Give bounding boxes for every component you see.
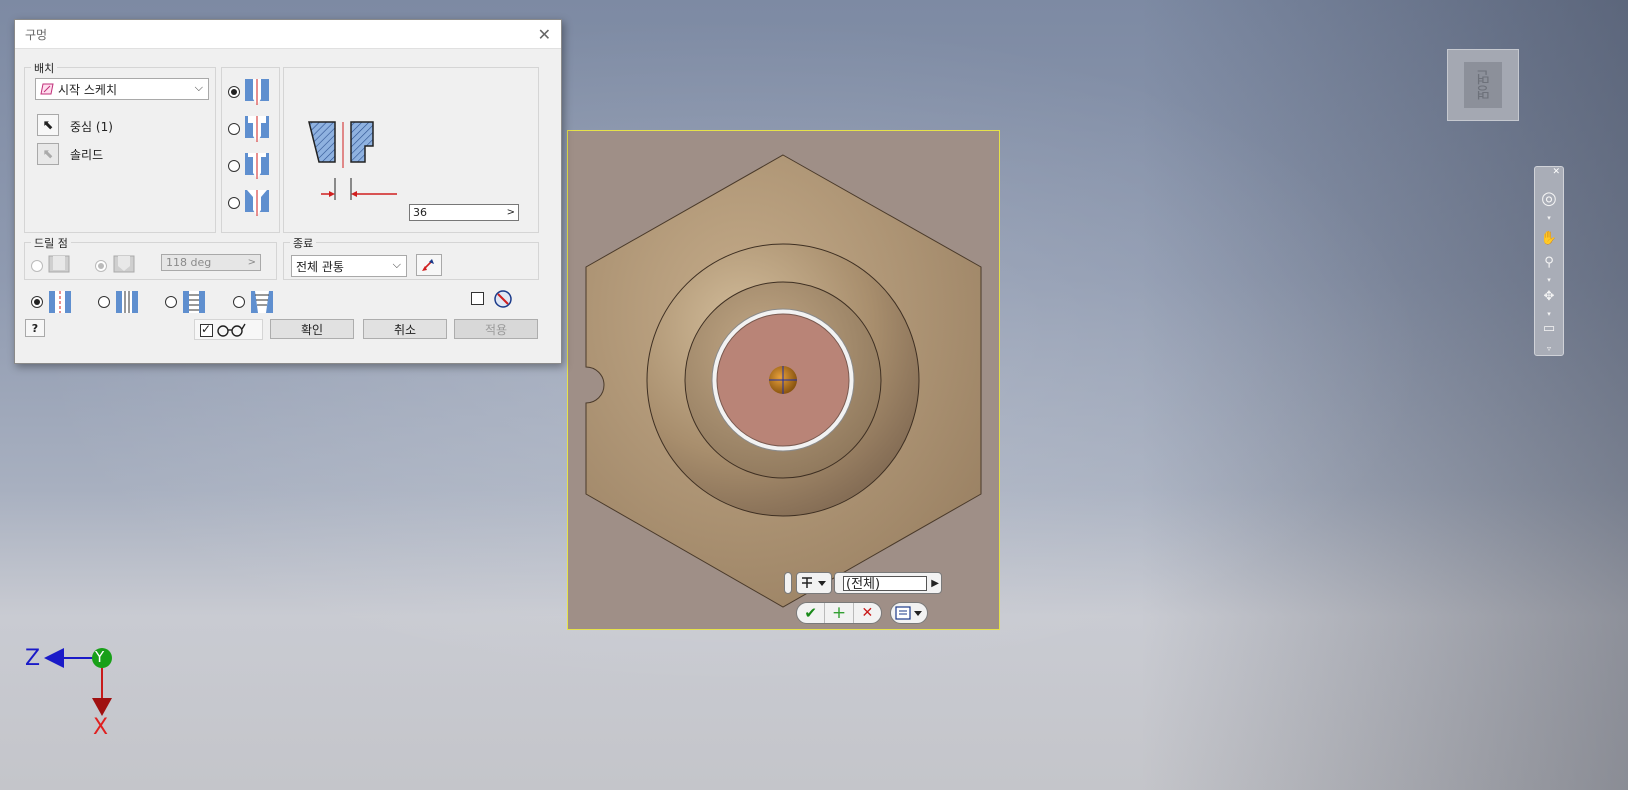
chevron-right-icon[interactable]: > <box>248 257 256 268</box>
thread-simple-radio[interactable] <box>31 296 43 308</box>
thread-clearance-radio[interactable] <box>98 296 110 308</box>
navbar-customize-icon[interactable]: ▿ <box>1540 339 1558 357</box>
simple-hole-icon <box>245 79 269 105</box>
center-select-button[interactable]: ⬉ <box>37 114 59 136</box>
apply-button[interactable]: 적용 <box>454 319 538 339</box>
infer-icheckbox[interactable] <box>471 292 484 305</box>
ok-check-icon[interactable]: ✔ <box>797 604 824 622</box>
pointer-arrow-icon: ⬉ <box>42 146 54 162</box>
termination-select[interactable]: 전체 관통 ⌵ <box>291 255 407 277</box>
solid-select-button[interactable]: ⬉ <box>37 143 59 165</box>
preview-glasses-icon <box>217 323 246 337</box>
countersink-hole-icon <box>245 190 269 216</box>
solid-label: 솔리드 <box>70 148 104 162</box>
drill-point-flat-radio[interactable] <box>31 260 43 272</box>
navbar-close-icon[interactable]: ✕ <box>1552 167 1560 177</box>
mini-toolbar-actions: ✔ + ✕ <box>796 602 882 624</box>
placement-type-select[interactable]: 시작 스케치 ⌵ <box>35 78 209 100</box>
thread-tapped-radio[interactable] <box>165 296 177 308</box>
diameter-value[interactable]: 36 <box>413 206 427 219</box>
view-cube-face-label[interactable]: 명면 <box>1464 62 1502 108</box>
angle-drill-point-icon <box>113 255 135 273</box>
drill-angle-input[interactable]: 118 deg > <box>161 254 261 271</box>
diameter-input[interactable]: 36 > <box>409 204 519 221</box>
apply-plus-icon[interactable]: + <box>824 603 854 623</box>
mini-toolbar-hole-type-dropdown[interactable] <box>796 572 832 594</box>
dialog-title: 구멍 <box>25 27 48 42</box>
flip-direction-button[interactable] <box>416 254 442 276</box>
look-at-icon[interactable]: ▭ <box>1540 319 1558 337</box>
part-model[interactable] <box>567 130 1000 630</box>
mini-toolbar-extent-field[interactable]: (전체) ▶ <box>834 572 942 594</box>
flip-direction-icon <box>422 259 434 271</box>
view-cube[interactable]: 명면 <box>1447 49 1519 121</box>
drill-angle-value[interactable]: 118 deg <box>166 256 211 269</box>
cancel-x-icon[interactable]: ✕ <box>854 605 881 621</box>
navigation-bar: ✕ ◎ ▾ ✋ ⚲ ▾ ✥ ▾ ▭ ▿ <box>1534 166 1564 356</box>
orbit-icon[interactable]: ✥ <box>1540 287 1558 305</box>
hole-type-simple-radio[interactable] <box>228 86 240 98</box>
steering-wheel-icon[interactable]: ◎ <box>1540 188 1558 209</box>
mini-toolbar-grip[interactable] <box>784 572 792 594</box>
chevron-right-icon[interactable]: > <box>507 207 515 218</box>
x-axis-label: X <box>93 715 109 740</box>
pan-hand-icon[interactable]: ✋ <box>1540 229 1558 247</box>
pointer-arrow-icon: ⬉ <box>42 117 54 133</box>
cancel-button[interactable]: 취소 <box>363 319 447 339</box>
z-axis-arrow <box>44 648 64 668</box>
flat-drill-point-icon <box>48 255 70 273</box>
hole-type-counterbore-radio[interactable] <box>228 123 240 135</box>
y-axis-label: Y <box>95 648 105 666</box>
z-axis-label: Z <box>25 646 41 671</box>
center-label: 중심 (1) <box>70 120 113 134</box>
hole-type-countersink-radio[interactable] <box>228 197 240 209</box>
chevron-down-icon: ⌵ <box>392 258 401 271</box>
placement-type-value: 시작 스케치 <box>58 82 118 97</box>
hole-type-icon <box>802 577 826 588</box>
navbar-dropdown-icon[interactable]: ▾ <box>1540 209 1558 227</box>
hole-type-spotface-radio[interactable] <box>228 160 240 172</box>
termination-group-label: 종료 <box>290 235 317 251</box>
dialog-titlebar[interactable]: 구멍 ✕ <box>15 20 561 49</box>
drill-point-angle-radio[interactable] <box>95 260 107 272</box>
counterbore-hole-icon <box>245 116 269 142</box>
ifeature-icon[interactable] <box>493 289 513 309</box>
drill-point-group-label: 드릴 점 <box>31 235 71 251</box>
spotface-hole-icon <box>245 153 269 179</box>
mini-toolbar-options-dropdown[interactable] <box>890 602 928 624</box>
placement-group-label: 배치 <box>31 60 58 76</box>
mini-toolbar: (전체) ▶ ✔ + ✕ <box>784 572 946 626</box>
help-icon: ? <box>31 321 39 335</box>
clearance-thread-icon <box>116 291 138 313</box>
preview-checkbox[interactable] <box>200 322 213 337</box>
hole-cross-section-preview <box>308 121 397 200</box>
extent-value[interactable]: (전체) <box>843 575 927 592</box>
taper-tapped-thread-icon <box>251 291 273 313</box>
ok-button[interactable]: 확인 <box>270 319 354 339</box>
thread-taper-tapped-radio[interactable] <box>233 296 245 308</box>
simple-thread-icon <box>49 291 71 313</box>
zoom-icon[interactable]: ⚲ <box>1540 253 1558 271</box>
x-axis-arrow <box>92 698 112 716</box>
hole-dialog: 구멍 ✕ 배치 시작 스케치 ⌵ ⬉ 중심 (1) ⬉ 솔리드 36 > 드릴 … <box>14 19 562 364</box>
help-button[interactable]: ? <box>25 319 45 337</box>
termination-value: 전체 관통 <box>296 259 344 274</box>
tapped-thread-icon <box>183 291 205 313</box>
sketch-plane-icon <box>40 83 54 95</box>
extent-next-arrow-icon[interactable]: ▶ <box>931 578 939 589</box>
dialog-options-icon <box>895 606 922 620</box>
chevron-down-icon: ⌵ <box>194 81 203 94</box>
close-icon[interactable]: ✕ <box>538 25 551 44</box>
